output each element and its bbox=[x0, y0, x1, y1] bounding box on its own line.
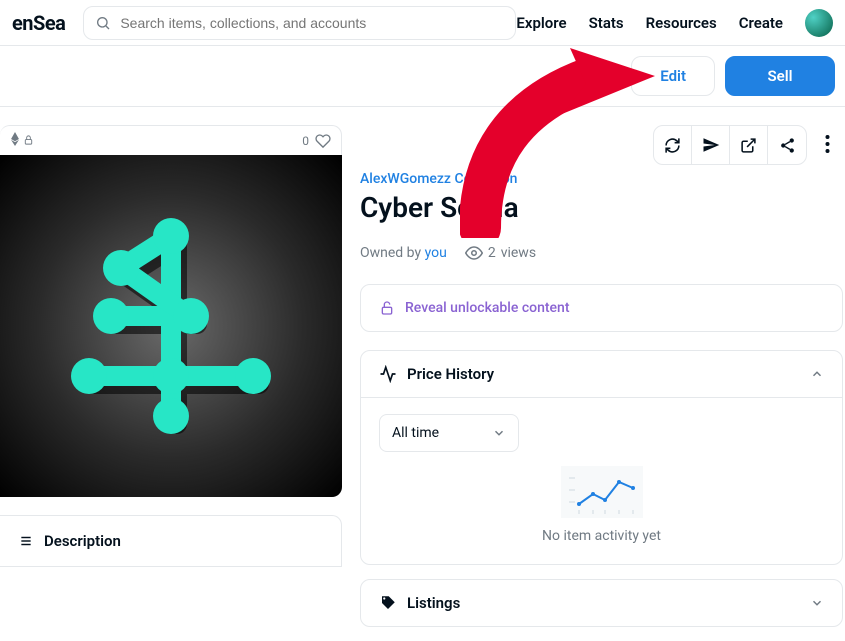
nav-stats[interactable]: Stats bbox=[589, 14, 624, 32]
list-icon bbox=[18, 534, 34, 548]
empty-chart: No item activity yet bbox=[379, 466, 824, 544]
refresh-icon bbox=[664, 137, 681, 154]
nav: Explore Stats Resources Create bbox=[516, 9, 833, 37]
item-action-icons bbox=[360, 125, 843, 165]
heart-icon bbox=[315, 133, 331, 149]
transfer-button[interactable] bbox=[692, 126, 730, 164]
price-history-title: Price History bbox=[407, 365, 494, 383]
nft-glyph-icon bbox=[51, 206, 291, 446]
more-button[interactable] bbox=[811, 125, 843, 163]
chart-placeholder-icon bbox=[561, 466, 643, 518]
listings-section: Listings bbox=[360, 579, 843, 627]
chevron-down-icon bbox=[810, 596, 824, 610]
unlock-icon bbox=[379, 299, 395, 317]
refresh-button[interactable] bbox=[654, 126, 692, 164]
logo[interactable]: enSea bbox=[12, 11, 65, 35]
tag-icon bbox=[379, 594, 397, 612]
nav-explore[interactable]: Explore bbox=[516, 14, 566, 32]
unlock-content-button[interactable]: Reveal unlockable content bbox=[360, 284, 843, 332]
listings-header[interactable]: Listings bbox=[361, 580, 842, 626]
unlock-label: Reveal unlockable content bbox=[405, 300, 570, 316]
description-title: Description bbox=[44, 532, 121, 550]
nav-create[interactable]: Create bbox=[739, 14, 783, 32]
right-column: AlexWGomezz Collection Cyber Scrilla Own… bbox=[360, 125, 845, 641]
avatar[interactable] bbox=[805, 9, 833, 37]
eye-icon bbox=[465, 244, 483, 262]
content: 0 bbox=[0, 107, 845, 641]
left-column: 0 bbox=[0, 125, 342, 641]
search-icon bbox=[95, 15, 111, 31]
favorite-area[interactable]: 0 bbox=[302, 133, 331, 149]
price-history-section: Price History All time bbox=[360, 350, 843, 565]
external-link-icon bbox=[740, 137, 757, 154]
send-icon bbox=[702, 136, 720, 154]
description-header[interactable]: Description bbox=[0, 516, 341, 566]
owner-row: Owned by you 2 views bbox=[360, 244, 843, 262]
time-range-value: All time bbox=[392, 425, 439, 441]
favorite-count: 0 bbox=[302, 134, 309, 148]
share-button[interactable] bbox=[768, 126, 806, 164]
owned-by-label: Owned by bbox=[360, 245, 421, 261]
search-input[interactable] bbox=[83, 6, 516, 40]
price-history-body: All time No item activity yet bbox=[361, 397, 842, 564]
views: 2 views bbox=[465, 244, 536, 262]
time-range-select[interactable]: All time bbox=[379, 414, 519, 452]
share-icon bbox=[779, 137, 796, 154]
collection-link[interactable]: AlexWGomezz Collection bbox=[360, 171, 843, 187]
external-link-button[interactable] bbox=[730, 126, 768, 164]
edit-button[interactable]: Edit bbox=[631, 56, 715, 96]
views-label: views bbox=[501, 245, 536, 261]
owned-by: Owned by you bbox=[360, 245, 447, 261]
action-bar: Edit Sell bbox=[0, 46, 845, 107]
ethereum-icon bbox=[10, 132, 20, 146]
header: enSea Explore Stats Resources Create bbox=[0, 0, 845, 46]
listings-title: Listings bbox=[407, 594, 460, 612]
price-history-header[interactable]: Price History bbox=[361, 351, 842, 397]
item-title: Cyber Scrilla bbox=[360, 191, 843, 224]
activity-icon bbox=[379, 365, 397, 383]
description-card: Description bbox=[0, 515, 342, 567]
item-image[interactable] bbox=[0, 155, 342, 497]
sell-button[interactable]: Sell bbox=[725, 56, 835, 96]
lock-icon bbox=[23, 134, 34, 146]
nav-resources[interactable]: Resources bbox=[646, 14, 717, 32]
empty-chart-label: No item activity yet bbox=[379, 528, 824, 544]
chain-icons bbox=[10, 132, 34, 149]
views-count: 2 bbox=[488, 245, 496, 261]
more-vertical-icon bbox=[825, 135, 830, 153]
owner-link[interactable]: you bbox=[425, 245, 447, 261]
chevron-down-icon bbox=[492, 426, 506, 440]
image-topbar: 0 bbox=[0, 125, 342, 155]
search-wrap bbox=[83, 6, 516, 40]
chevron-up-icon bbox=[810, 367, 824, 381]
icon-group bbox=[653, 125, 807, 165]
